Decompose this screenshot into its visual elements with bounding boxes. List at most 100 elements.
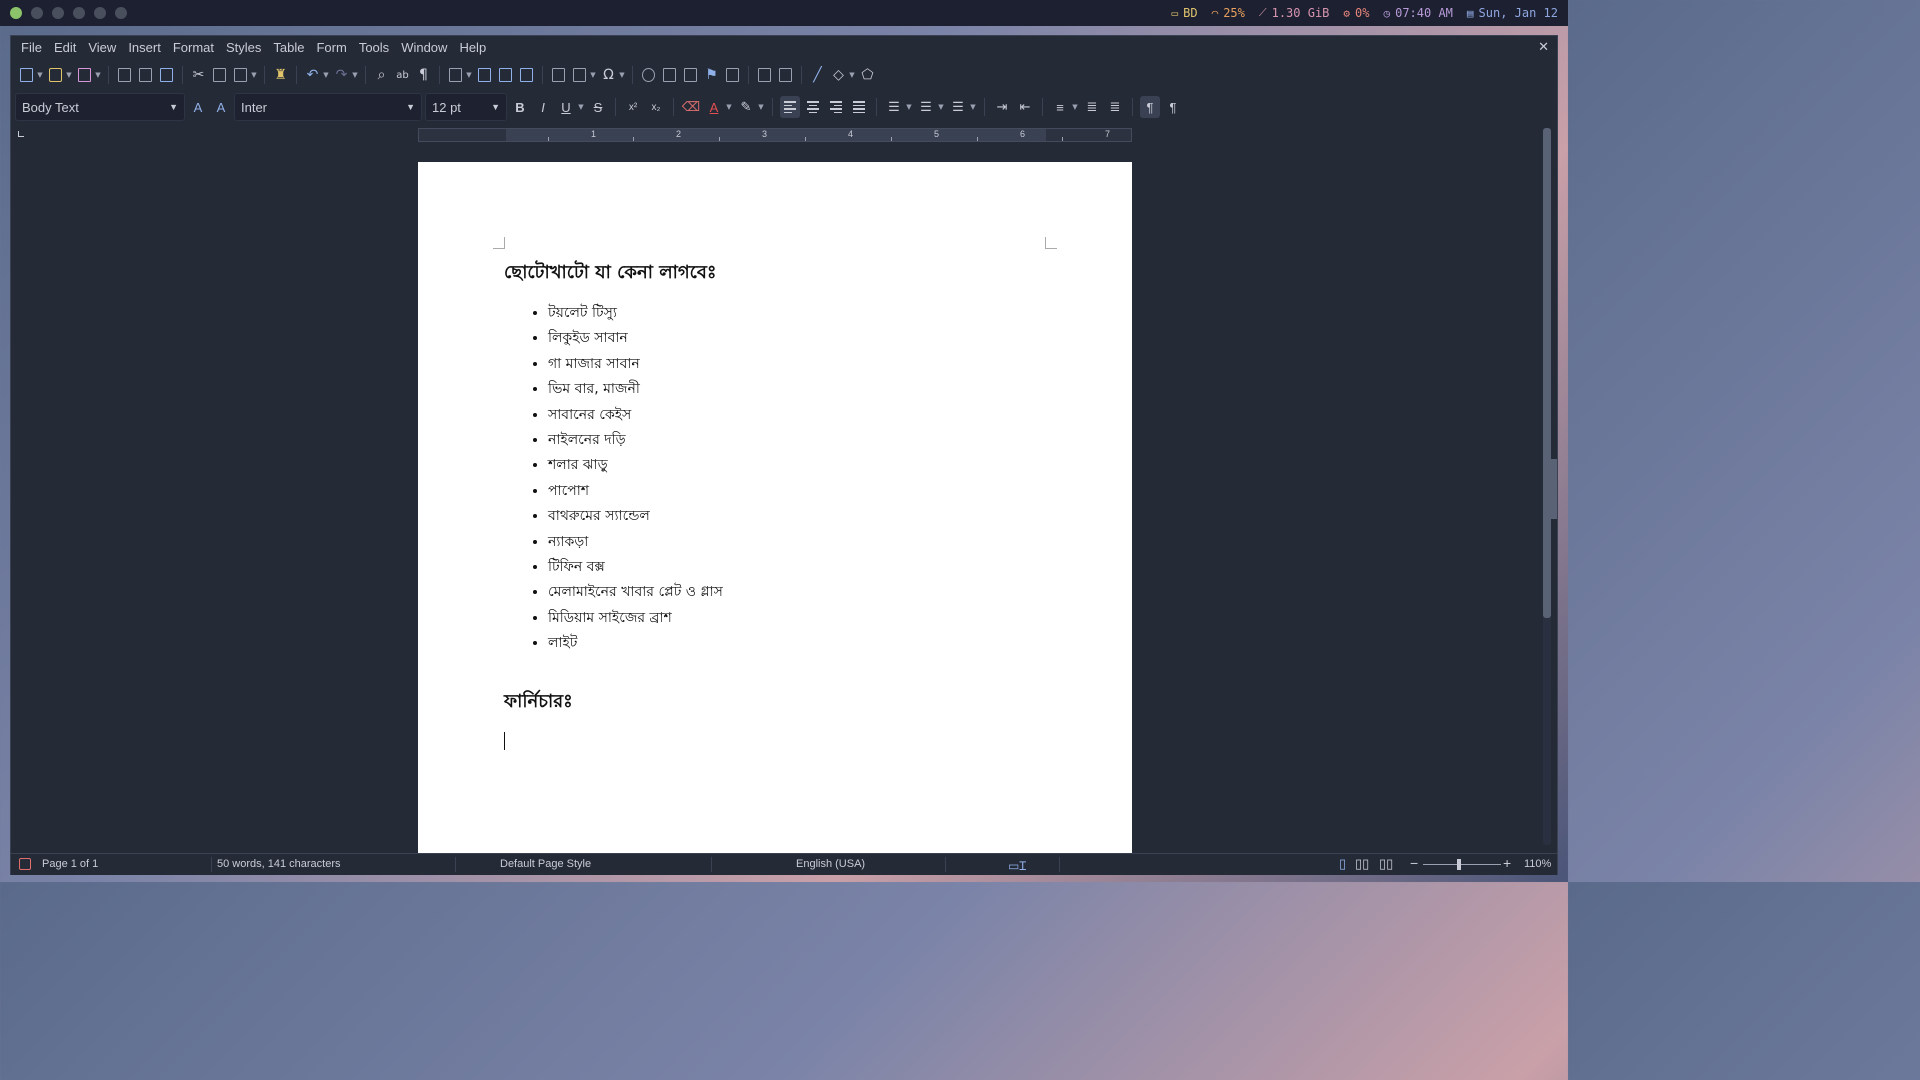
heading-furniture[interactable]: ফার্নিচারঃ (504, 687, 723, 718)
align-center-button[interactable] (803, 96, 823, 118)
insert-chart-button[interactable] (496, 65, 515, 85)
chevron-down-icon[interactable]: ▼ (725, 103, 733, 111)
list-item[interactable]: নাইলনের দড়ি (548, 428, 723, 453)
menu-styles[interactable]: Styles (220, 36, 267, 60)
insert-image-button[interactable] (475, 65, 494, 85)
keyboard-layout[interactable]: ▭ BD (1172, 6, 1198, 20)
list-item[interactable]: লাইট (548, 631, 723, 656)
ordered-list-button[interactable]: ☰ (916, 96, 936, 118)
new-document-button[interactable] (17, 65, 36, 85)
chevron-down-icon[interactable]: ▼ (577, 103, 585, 111)
chevron-down-icon[interactable]: ▼ (406, 102, 415, 112)
workspace-6-dot[interactable] (115, 7, 127, 19)
list-item[interactable]: টিফিন বক্স (548, 555, 723, 580)
insert-field-button[interactable] (570, 65, 589, 85)
strikethrough-button[interactable]: S (588, 96, 608, 118)
paste-button[interactable] (231, 65, 250, 85)
right-to-left-button[interactable]: ¶ (1163, 96, 1183, 118)
language[interactable]: English (USA) (796, 858, 865, 870)
menu-edit[interactable]: Edit (48, 36, 82, 60)
book-view-icon[interactable]: ▯▯ (1379, 856, 1393, 872)
single-page-view-icon[interactable]: ▯ (1339, 856, 1346, 872)
chevron-down-icon[interactable]: ▼ (491, 102, 500, 112)
copy-button[interactable] (210, 65, 229, 85)
insert-table-button[interactable] (446, 65, 465, 85)
workspace-3-dot[interactable] (52, 7, 64, 19)
chevron-down-icon[interactable]: ▼ (848, 71, 856, 79)
chevron-down-icon[interactable]: ▼ (65, 71, 73, 79)
page-number[interactable]: Page 1 of 1 (42, 858, 98, 870)
underline-button[interactable]: U (556, 96, 576, 118)
document-page[interactable]: ছোটোখাটো যা কেনা লাগবেঃ টয়লেট টিস্যু লি… (418, 162, 1132, 853)
zoom-slider[interactable] (1423, 864, 1501, 865)
menu-file[interactable]: File (15, 36, 48, 60)
insert-page-break-button[interactable] (549, 65, 568, 85)
paragraph-style-combo[interactable]: Body Text ▼ (15, 93, 185, 121)
document-modified-icon[interactable] (19, 858, 31, 870)
print-button[interactable] (136, 65, 155, 85)
list-item[interactable]: ন্যাকড়া (548, 530, 723, 555)
scrollbar-thumb[interactable] (1543, 128, 1551, 618)
list-item[interactable]: পাপোশ (548, 479, 723, 504)
tab-stop-selector[interactable] (18, 131, 24, 137)
save-button[interactable] (75, 65, 94, 85)
decrease-paragraph-spacing-button[interactable]: ≣ (1105, 96, 1125, 118)
insert-bookmark-button[interactable]: ⚑ (702, 65, 721, 85)
multi-page-view-icon[interactable]: ▯▯ (1355, 856, 1369, 872)
chevron-down-icon[interactable]: ▼ (351, 71, 359, 79)
word-count[interactable]: 50 words, 141 characters (217, 858, 341, 870)
insert-special-character-button[interactable]: Ω (599, 65, 618, 85)
date-display[interactable]: ▤ Sun, Jan 12 (1467, 6, 1558, 20)
clone-formatting-button[interactable]: ♜ (271, 65, 290, 85)
chevron-down-icon[interactable]: ▼ (322, 71, 330, 79)
basic-shapes-button[interactable]: ◇ (829, 65, 848, 85)
insert-hyperlink-button[interactable] (639, 65, 658, 85)
page-style[interactable]: Default Page Style (500, 858, 591, 870)
list-item[interactable]: শলার ঝাড়ু (548, 453, 723, 478)
menu-insert[interactable]: Insert (122, 36, 167, 60)
zoom-slider-knob[interactable] (1457, 859, 1461, 870)
print-preview-button[interactable] (157, 65, 176, 85)
insert-endnote-button[interactable] (681, 65, 700, 85)
chevron-down-icon[interactable]: ▼ (969, 103, 977, 111)
subscript-button[interactable]: x₂ (646, 96, 666, 118)
close-document-button[interactable]: ✕ (1538, 39, 1549, 55)
insert-line-button[interactable]: ╱ (808, 65, 827, 85)
chevron-down-icon[interactable]: ▼ (589, 71, 597, 79)
insert-mode-icon[interactable]: ▭Ɪ (1008, 857, 1026, 874)
find-replace-button[interactable]: ⌕ (372, 65, 391, 85)
left-to-right-button[interactable]: ¶ (1140, 96, 1160, 118)
track-changes-button[interactable] (776, 65, 795, 85)
vertical-scrollbar[interactable] (1543, 128, 1551, 845)
chevron-down-icon[interactable]: ▼ (465, 71, 473, 79)
font-name-combo[interactable]: Inter ▼ (234, 93, 422, 121)
document-canvas[interactable]: ছোটোখাটো যা কেনা লাগবেঃ টয়লেট টিস্যু লি… (11, 146, 1541, 853)
insert-cross-reference-button[interactable] (723, 65, 742, 85)
list-item[interactable]: মিডিয়াম সাইজের ব্রাশ (548, 606, 723, 631)
undo-button[interactable]: ↶ (303, 65, 322, 85)
heading-shopping[interactable]: ছোটোখাটো যা কেনা লাগবেঃ (504, 258, 723, 289)
menu-form[interactable]: Form (310, 36, 352, 60)
redo-button[interactable]: ↷ (332, 65, 351, 85)
update-style-button[interactable]: A (188, 96, 208, 118)
justify-button[interactable] (849, 96, 869, 118)
menu-view[interactable]: View (82, 36, 122, 60)
insert-textbox-button[interactable] (517, 65, 536, 85)
clear-formatting-button[interactable]: ⌫ (681, 96, 701, 118)
workspace-2-dot[interactable] (31, 7, 43, 19)
decrease-indent-button[interactable]: ⇤ (1015, 96, 1035, 118)
menu-format[interactable]: Format (167, 36, 220, 60)
insert-comment-button[interactable] (755, 65, 774, 85)
insert-footnote-button[interactable] (660, 65, 679, 85)
draw-functions-button[interactable]: ⬠ (858, 65, 877, 85)
list-item[interactable]: গা মাজার সাবান (548, 352, 723, 377)
workspace-1-dot[interactable] (10, 7, 22, 19)
zoom-level[interactable]: 110% (1524, 858, 1551, 870)
volume-indicator[interactable]: ◠ 25% (1212, 6, 1245, 20)
horizontal-ruler[interactable]: 1 2 3 4 5 6 7 (418, 128, 1132, 142)
formatting-marks-button[interactable]: ¶ (414, 65, 433, 85)
workspace-4-dot[interactable] (73, 7, 85, 19)
chevron-down-icon[interactable]: ▼ (618, 71, 626, 79)
chevron-down-icon[interactable]: ▼ (169, 102, 178, 112)
line-spacing-button[interactable]: ≡ (1050, 96, 1070, 118)
